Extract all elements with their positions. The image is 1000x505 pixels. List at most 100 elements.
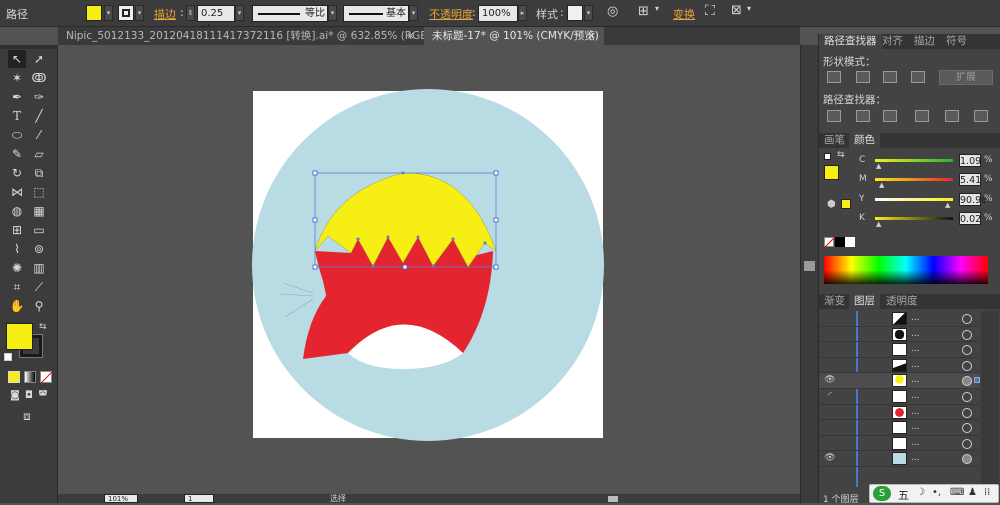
color-mode-icon[interactable] (8, 371, 20, 383)
hand-tool-icon[interactable]: ✋ (8, 297, 26, 315)
gamut-swatch-icon[interactable] (841, 199, 851, 209)
punctuation-icon[interactable]: •, (932, 487, 941, 498)
merge-icon[interactable] (883, 110, 897, 122)
shape-builder-tool-icon[interactable]: ◍ (8, 202, 26, 220)
target-icon[interactable] (962, 423, 972, 434)
paintbrush-tool-icon[interactable]: ⁄ (30, 126, 48, 144)
layer-row[interactable]: ... (819, 420, 979, 436)
vertical-scroll-thumb[interactable] (804, 261, 815, 271)
recolor-icon[interactable]: ◎ (607, 4, 618, 19)
stroke-swatch[interactable] (118, 5, 134, 21)
graphic-style-swatch[interactable] (567, 5, 583, 21)
y-slider[interactable] (875, 198, 953, 201)
grid-menu-icon[interactable]: ⁞⁞ (984, 487, 990, 498)
divide-icon[interactable] (827, 110, 841, 122)
default-color-icon[interactable] (824, 153, 831, 160)
m-slider-handle[interactable]: ▲ (879, 181, 884, 189)
artboard-tool-icon[interactable]: ⌗ (8, 278, 26, 296)
transform-icon[interactable]: ⛶ (705, 3, 715, 19)
y-slider-handle[interactable]: ▲ (945, 201, 950, 209)
zoom-tool-icon[interactable]: ⚲ (30, 297, 48, 315)
eye-icon[interactable]: ◜ (824, 389, 836, 404)
trim-icon[interactable] (856, 110, 870, 122)
zoom-input[interactable]: 101% (104, 494, 138, 503)
target-icon[interactable] (962, 454, 972, 465)
transform-label[interactable]: 变换 (673, 6, 695, 22)
blend-tool-icon[interactable]: ⊚ (30, 240, 48, 258)
m-value-input[interactable]: 5.41 (959, 173, 981, 186)
user-icon[interactable]: ♟ (968, 487, 977, 498)
stroke-weight-input[interactable]: 0.25 pt (197, 5, 235, 34)
brush-definition[interactable]: 基本 (343, 5, 409, 22)
layer-row[interactable]: ... (819, 358, 979, 374)
mesh-tool-icon[interactable]: ⊞ (8, 221, 26, 239)
pencil-tool-icon[interactable]: ✎ (8, 145, 26, 163)
stroke-label[interactable]: 描边 (154, 6, 176, 22)
selection-tool-icon[interactable]: ↖ (8, 50, 26, 68)
lasso-tool-icon[interactable]: ↂ (30, 69, 48, 87)
c-slider-handle[interactable]: ▲ (876, 162, 881, 170)
tab-stroke[interactable]: 描边 (909, 34, 940, 49)
vertical-scrollbar[interactable] (800, 45, 818, 503)
target-icon[interactable] (962, 376, 972, 387)
crop-icon[interactable] (915, 110, 929, 122)
expand-button[interactable]: 扩展 (939, 70, 993, 85)
stroke-weight-dropdown[interactable]: ▾ (235, 5, 244, 21)
fill-swatch[interactable] (86, 5, 102, 21)
opacity-input[interactable]: 100% (478, 5, 518, 22)
align-dropdown-icon[interactable]: ▾ (655, 4, 659, 13)
minus-front-icon[interactable] (856, 71, 870, 83)
layer-row[interactable]: ... (819, 342, 979, 358)
isolate-icon[interactable]: ⊠ (731, 3, 742, 18)
tab-transparency[interactable]: 透明度 (881, 294, 923, 309)
eyedropper-tool-icon[interactable]: ⌇ (8, 240, 26, 258)
column-graph-tool-icon[interactable]: ▥ (30, 259, 48, 277)
eye-icon[interactable]: 👁 (824, 373, 836, 388)
keyboard-icon[interactable]: ⌨ (950, 487, 964, 498)
layer-row[interactable]: ◜ ... (819, 389, 979, 405)
artboard-number-input[interactable]: 1 (184, 494, 214, 503)
type-tool-icon[interactable]: T (8, 107, 26, 125)
style-dropdown[interactable]: ▾ (584, 5, 593, 21)
exclude-icon[interactable] (911, 71, 925, 83)
brush-dropdown[interactable]: ▾ (409, 5, 418, 21)
minus-back-icon[interactable] (974, 110, 988, 122)
m-slider[interactable] (875, 178, 953, 181)
width-tool-icon[interactable]: ⋈ (8, 183, 26, 201)
moon-icon[interactable]: ☽ (916, 487, 925, 498)
tab-symbols[interactable]: 符号 (941, 34, 972, 49)
sogou-logo-icon[interactable]: S (873, 486, 891, 501)
perspective-grid-tool-icon[interactable]: ▦ (30, 202, 48, 220)
fill-color-icon[interactable] (6, 323, 33, 350)
scale-tool-icon[interactable]: ⧉ (30, 164, 48, 182)
slice-tool-icon[interactable]: ⟋ (30, 278, 48, 296)
out-of-gamut-icon[interactable]: ⬢ (827, 199, 836, 210)
selection-indicator-icon[interactable] (974, 377, 980, 384)
swap-color-icon[interactable]: ⇆ (837, 150, 845, 160)
direct-selection-tool-icon[interactable]: ➚ (30, 50, 48, 68)
magic-wand-tool-icon[interactable]: ✶ (8, 69, 26, 87)
none-mode-icon[interactable] (40, 371, 53, 384)
eraser-tool-icon[interactable]: ▱ (30, 145, 48, 163)
layers-scrollbar[interactable] (981, 311, 999, 487)
color-spectrum[interactable] (824, 256, 988, 284)
ime-mode-label[interactable]: 五 (898, 487, 909, 503)
layer-row[interactable]: 👁 ... (819, 451, 979, 467)
tab-gradient[interactable]: 渐变 (819, 294, 850, 309)
black-swatch-icon[interactable] (835, 237, 845, 247)
none-swatch-icon[interactable] (824, 237, 835, 248)
layer-row[interactable]: ... (819, 311, 979, 327)
variable-width-profile[interactable]: 等比 (252, 5, 328, 22)
c-slider[interactable] (875, 159, 953, 162)
white-swatch-icon[interactable] (845, 237, 855, 247)
align-icon[interactable]: ⊞ (638, 4, 649, 19)
screen-mode-icon[interactable]: ⧈ (18, 407, 36, 425)
tab-pathfinder[interactable]: 路径查找器 (819, 34, 882, 49)
target-icon[interactable] (962, 438, 972, 449)
y-value-input[interactable]: 90.96 (959, 193, 987, 206)
target-icon[interactable] (962, 329, 972, 340)
gradient-mode-icon[interactable] (24, 371, 36, 383)
outline-icon[interactable] (945, 110, 959, 122)
target-icon[interactable] (962, 392, 972, 402)
layer-row[interactable]: ... (819, 327, 979, 343)
